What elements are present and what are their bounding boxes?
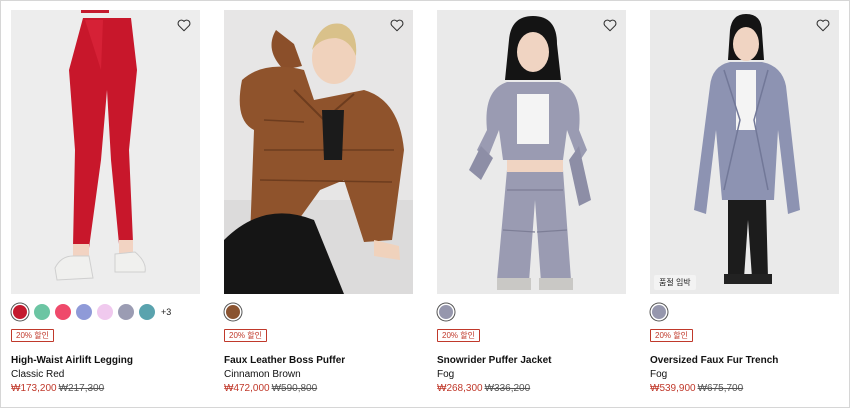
original-price: ₩336,200 (484, 383, 531, 394)
product-photo-legging (11, 10, 200, 294)
product-photo-trench (650, 10, 839, 294)
sale-price: ₩173,200 (11, 383, 57, 394)
low-stock-badge: 품절 임박 (654, 275, 696, 290)
product-name[interactable]: Oversized Faux Fur Trench (650, 355, 839, 366)
product-photo-puffer (224, 10, 413, 294)
original-price: ₩675,700 (697, 383, 744, 394)
color-swatch[interactable] (34, 304, 50, 320)
product-card[interactable]: 품절 임박 20% 할인 Oversized Faux Fur Trench F… (650, 10, 839, 394)
heart-outline-icon[interactable] (177, 19, 191, 32)
color-swatch[interactable] (97, 304, 113, 320)
price-row: ₩472,000 ₩590,800 (224, 383, 413, 394)
sale-price: ₩472,000 (224, 383, 270, 394)
price-row: ₩539,900 ₩675,700 (650, 383, 839, 394)
heart-outline-icon[interactable] (603, 19, 617, 32)
sale-badge: 20% 할인 (650, 329, 693, 342)
color-swatch[interactable] (55, 304, 71, 320)
product-name[interactable]: Faux Leather Boss Puffer (224, 355, 413, 366)
color-swatch[interactable] (226, 305, 240, 319)
product-card[interactable]: 20% 할인 Snowrider Puffer Jacket Fog ₩268,… (437, 10, 626, 394)
color-swatch[interactable] (118, 304, 134, 320)
sale-badge: 20% 할인 (437, 329, 480, 342)
product-image[interactable] (11, 10, 200, 294)
product-color: Cinnamon Brown (224, 369, 301, 380)
color-swatch[interactable] (439, 305, 453, 319)
product-name[interactable]: High-Waist Airlift Legging (11, 355, 200, 366)
color-swatches (437, 303, 626, 321)
sale-badge: 20% 할인 (224, 329, 267, 342)
sale-price: ₩268,300 (437, 383, 483, 394)
price-row: ₩173,200 ₩217,300 (11, 383, 200, 394)
color-swatches (224, 303, 413, 321)
product-image[interactable] (437, 10, 626, 294)
product-color: Fog (437, 369, 455, 380)
color-swatch[interactable] (76, 304, 92, 320)
price-row: ₩268,300 ₩336,200 (437, 383, 626, 394)
heart-outline-icon[interactable] (390, 19, 404, 32)
heart-outline-icon[interactable] (816, 19, 830, 32)
color-swatches: +3 (11, 303, 200, 321)
original-price: ₩217,300 (58, 383, 105, 394)
product-card[interactable]: +3 20% 할인 High-Waist Airlift Legging Cla… (11, 10, 200, 394)
more-colors-link[interactable]: +3 (161, 307, 171, 317)
color-swatch[interactable] (652, 305, 666, 319)
product-name[interactable]: Snowrider Puffer Jacket (437, 355, 626, 366)
sale-price: ₩539,900 (650, 383, 696, 394)
product-grid: +3 20% 할인 High-Waist Airlift Legging Cla… (11, 10, 839, 394)
color-swatches (650, 303, 839, 321)
color-swatch[interactable] (13, 305, 27, 319)
product-color: Fog (650, 369, 668, 380)
product-color: Classic Red (11, 369, 65, 380)
product-card[interactable]: 20% 할인 Faux Leather Boss Puffer Cinnamon… (224, 10, 413, 394)
product-image[interactable]: 품절 임박 (650, 10, 839, 294)
product-image[interactable] (224, 10, 413, 294)
color-swatch[interactable] (139, 304, 155, 320)
original-price: ₩590,800 (271, 383, 318, 394)
sale-badge: 20% 할인 (11, 329, 54, 342)
product-photo-snowrider (437, 10, 626, 294)
